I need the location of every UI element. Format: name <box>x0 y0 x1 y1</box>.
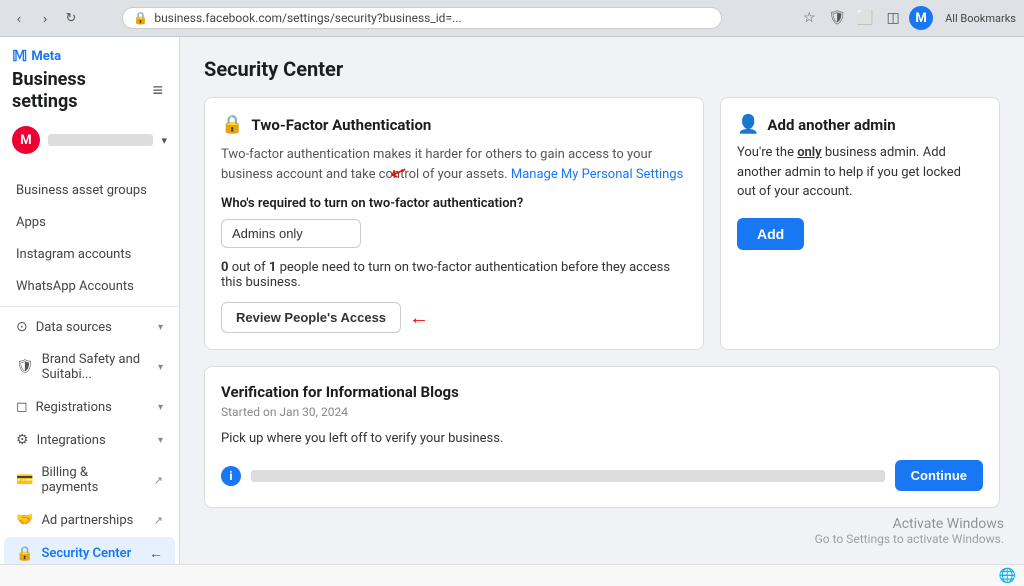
external-link-icon: ↗ <box>154 514 163 527</box>
sidebar-item-apps[interactable]: Apps <box>4 207 175 238</box>
sidebar-header: 𝕄 Meta Business settings ≡ <box>0 37 179 118</box>
ad-partnerships-icon: 🤝 <box>16 512 33 528</box>
sidebar-item-data-sources[interactable]: ⊙ Data sources ▾ <box>4 311 175 343</box>
star-button[interactable]: ☆ <box>797 6 821 30</box>
address-bar[interactable]: 🔒 business.facebook.com/settings/securit… <box>122 7 722 29</box>
back-button[interactable]: ‹ <box>8 7 30 29</box>
data-sources-icon: ⊙ <box>16 319 28 335</box>
main-content: Security Center 🔒 Two-Factor Authenticat… <box>180 37 1024 564</box>
sidebar-item-registrations[interactable]: ◻ Registrations ▾ <box>4 391 175 423</box>
two-factor-dropdown[interactable]: Admins only All people No one <box>221 219 361 248</box>
dropdown-row: Admins only All people No one ↙ <box>221 219 687 248</box>
sidebar-item-label: Registrations <box>36 400 150 415</box>
account-selector[interactable]: M ▾ <box>0 118 179 162</box>
avatar: M <box>12 126 40 154</box>
continue-button[interactable]: Continue <box>895 460 983 491</box>
app-container: 𝕄 Meta Business settings ≡ M ▾ Business … <box>0 37 1024 564</box>
sidebar-item-security-center[interactable]: 🔒 Security Center ← <box>4 537 175 564</box>
integrations-icon: ⚙ <box>16 432 29 448</box>
account-name <box>48 134 153 146</box>
registrations-icon: ◻ <box>16 399 28 415</box>
info-circle-icon: i <box>221 466 241 486</box>
extensions-button[interactable]: ⬜ <box>853 6 877 30</box>
sidebar-item-label: Brand Safety and Suitabi... <box>42 352 150 382</box>
chevron-down-icon: ▾ <box>158 362 163 373</box>
external-link-icon: ↗ <box>154 474 163 487</box>
chevron-down-icon: ▾ <box>158 402 163 413</box>
divider <box>0 306 179 307</box>
meta-logo: 𝕄 Meta <box>12 47 167 65</box>
sidebar-item-integrations[interactable]: ⚙ Integrations ▾ <box>4 424 175 456</box>
sidebar-item-label: Apps <box>16 215 163 230</box>
sidebar-item-instagram[interactable]: Instagram accounts <box>4 239 175 270</box>
sidebar-item-business-asset-groups[interactable]: Business asset groups <box>4 175 175 206</box>
sidebar-item-billing[interactable]: 💳 Billing & payments ↗ <box>4 457 175 503</box>
url-text: business.facebook.com/settings/security?… <box>154 11 711 25</box>
verification-date: Started on Jan 30, 2024 <box>221 405 983 419</box>
reload-button[interactable]: ↻ <box>60 7 82 29</box>
lock-icon: 🔒 <box>133 11 148 25</box>
sidebar-item-whatsapp[interactable]: WhatsApp Accounts <box>4 271 175 302</box>
sidebar-item-label: Ad partnerships <box>41 513 145 528</box>
verification-description: Pick up where you left off to verify you… <box>221 431 983 446</box>
globe-icon: 🌐 <box>999 568 1016 584</box>
add-admin-button[interactable]: Add <box>737 218 804 250</box>
chevron-down-icon: ▾ <box>161 134 167 147</box>
browser-actions: ☆ 🛡 ⬜ ◫ M All Bookmarks <box>797 6 1016 30</box>
sidebar-item-label: Business asset groups <box>16 183 163 198</box>
sidebar: 𝕄 Meta Business settings ≡ M ▾ Business … <box>0 37 180 564</box>
admin-description: You're the only business admin. Add anot… <box>737 143 983 202</box>
browser-chrome: ‹ › ↻ 🔒 business.facebook.com/settings/s… <box>0 0 1024 37</box>
sidebar-item-ad-partnerships[interactable]: 🤝 Ad partnerships ↗ <box>4 504 175 536</box>
meta-logo-icon: 𝕄 <box>12 47 27 65</box>
person-add-icon: 👤 <box>737 114 759 135</box>
page-title: Security Center <box>204 57 1000 81</box>
sidebar-item-label: Instagram accounts <box>16 247 163 262</box>
status-bar: 🌐 <box>0 564 1024 586</box>
chevron-down-icon: ▾ <box>158 435 163 446</box>
red-arrow-review: ← <box>409 305 429 330</box>
shield-icon: 🛡 <box>16 359 34 375</box>
manage-settings-link[interactable]: Manage My Personal Settings <box>511 167 683 182</box>
sidebar-title: Business settings <box>12 69 148 112</box>
two-factor-card: 🔒 Two-Factor Authentication Two-factor a… <box>204 97 704 350</box>
review-btn-label: Review People's Access <box>236 310 386 325</box>
sidebar-nav: Business asset groups Apps Instagram acc… <box>0 170 179 564</box>
billing-icon: 💳 <box>16 472 33 488</box>
sidebar-item-label: Billing & payments <box>41 465 145 495</box>
sidebar-item-label: WhatsApp Accounts <box>16 279 163 294</box>
sidebar-item-label: Security Center <box>41 546 139 561</box>
browser-nav-buttons: ‹ › ↻ <box>8 7 82 29</box>
chevron-down-icon: ▾ <box>158 322 163 333</box>
forward-button[interactable]: › <box>34 7 56 29</box>
hamburger-button[interactable]: ≡ <box>148 78 167 103</box>
shield-browser-icon[interactable]: 🛡 <box>825 6 849 30</box>
lock-card-icon: 🔒 <box>221 114 243 135</box>
card-header: 🔒 Two-Factor Authentication <box>221 114 687 135</box>
verification-card: Verification for Informational Blogs Sta… <box>204 366 1000 508</box>
sidebar-item-label: Integrations <box>37 433 150 448</box>
red-arrow-indicator: ← <box>149 545 163 562</box>
lock-icon: 🔒 <box>16 546 33 562</box>
verification-title: Verification for Informational Blogs <box>221 383 983 401</box>
profile-button[interactable]: M <box>909 6 933 30</box>
add-admin-card: 👤 Add another admin You're the only busi… <box>720 97 1000 350</box>
sidebar-item-brand-safety[interactable]: 🛡 Brand Safety and Suitabi... ▾ <box>4 344 175 390</box>
review-people-access-button[interactable]: Review People's Access <box>221 302 401 333</box>
all-bookmarks-label: All Bookmarks <box>945 12 1016 25</box>
sidebar-button[interactable]: ◫ <box>881 6 905 30</box>
admin-card-title: Add another admin <box>767 116 895 134</box>
admin-card-header: 👤 Add another admin <box>737 114 983 135</box>
meta-logo-text: Meta <box>31 49 61 64</box>
cards-row: 🔒 Two-Factor Authentication Two-factor a… <box>204 97 1000 350</box>
two-factor-info-text: 0 out of 1 people need to turn on two-fa… <box>221 260 687 290</box>
card-title: Two-Factor Authentication <box>251 116 431 134</box>
sidebar-item-label: Data sources <box>36 320 150 335</box>
verification-blurred-text <box>251 470 885 482</box>
verification-row: i Continue <box>221 460 983 491</box>
